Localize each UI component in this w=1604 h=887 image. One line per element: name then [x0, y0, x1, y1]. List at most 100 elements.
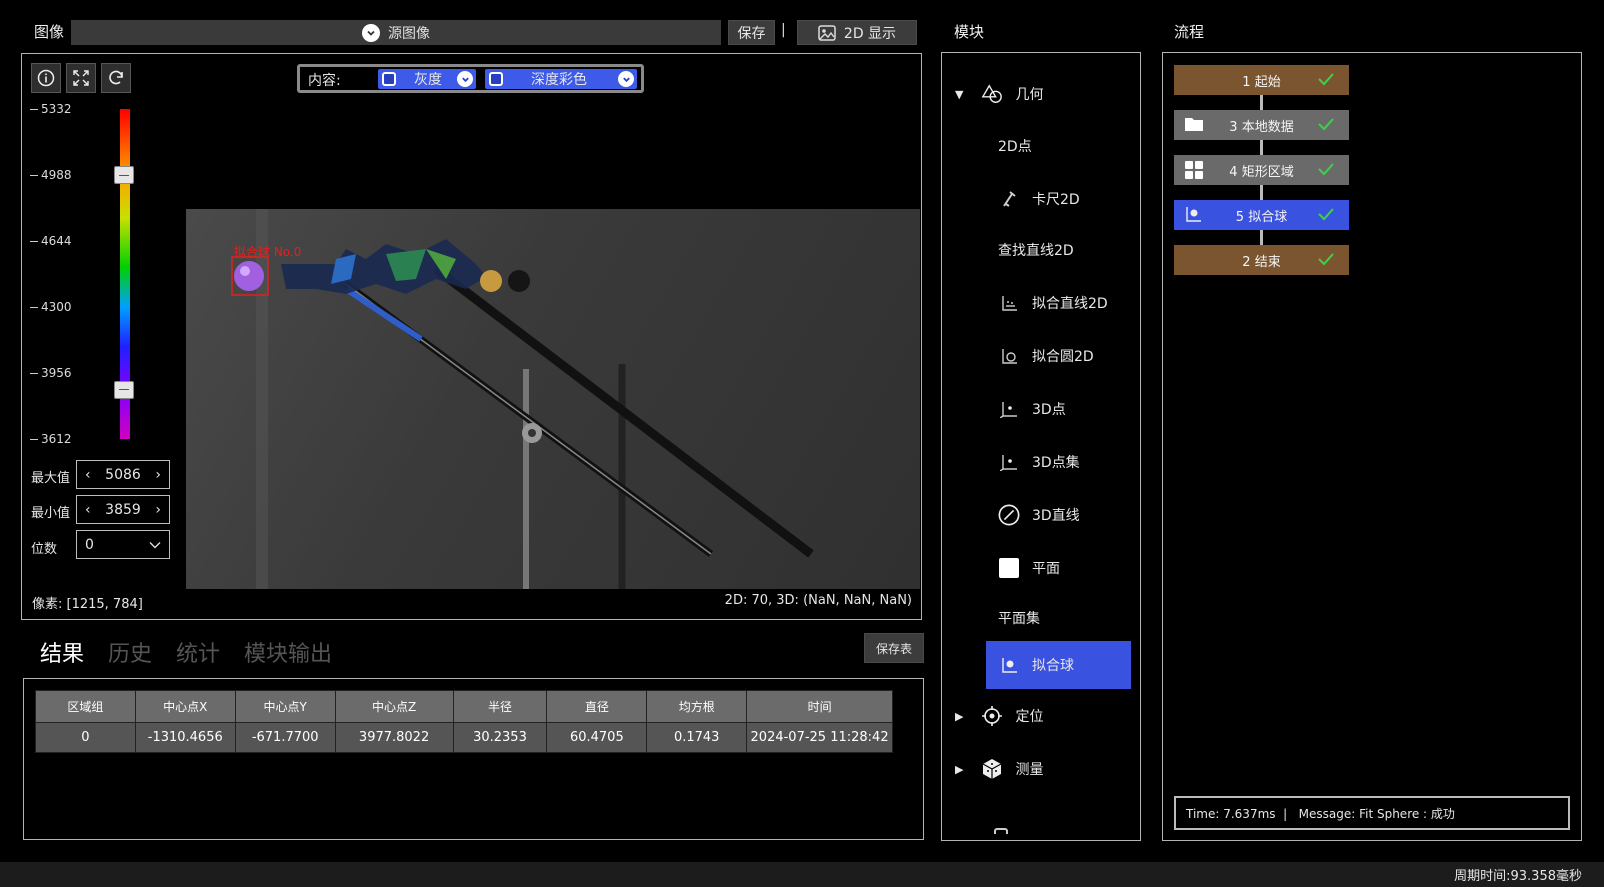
module-caliper-2d[interactable]: 卡尺2D [998, 188, 1080, 210]
colorbar-tick: 5332 [30, 102, 72, 116]
fit-sphere-overlay-label: 拟合球 No.0 [234, 245, 302, 259]
grayscale-dropdown[interactable]: 灰度 [378, 69, 476, 89]
crosshair-icon [981, 705, 1003, 727]
triangle-right-icon: ▶ [955, 762, 964, 776]
scene-illustration [231, 209, 814, 589]
depth-color-dropdown[interactable]: 深度彩色 [485, 69, 637, 89]
fit-view-button[interactable] [66, 63, 96, 93]
checkbox-icon[interactable] [382, 72, 396, 86]
image-canvas[interactable]: 拟合球 No.0 [186, 209, 920, 589]
2d-display-button[interactable]: 2D 显示 [797, 20, 917, 45]
save-table-button[interactable]: 保存表 [864, 633, 924, 663]
min-value-stepper[interactable]: ‹ 3859 › [76, 495, 170, 524]
fit-sphere-icon [998, 654, 1020, 676]
max-value: 5086 [105, 466, 141, 483]
chevron-down-icon [618, 71, 634, 87]
flow-node-end[interactable]: 2 结束 [1174, 245, 1349, 275]
column-header[interactable]: 直径 [546, 690, 648, 723]
flow-node-start[interactable]: 1 起始 [1174, 65, 1349, 95]
value-readout: 2D: 70, 3D: (NaN, NaN, NaN) [724, 593, 912, 608]
results-table: 区域组 中心点X 中心点Y 中心点Z 半径 直径 均方根 时间 0 -1310.4656 -671… [35, 690, 893, 753]
partial-icon [994, 828, 1008, 834]
check-icon [1318, 163, 1334, 176]
chevron-right-icon[interactable]: › [155, 502, 161, 518]
image-icon [818, 24, 836, 41]
grayscale-label: 灰度 [414, 72, 442, 88]
3d-line-icon [998, 504, 1020, 526]
depth-color-label: 深度彩色 [531, 72, 587, 88]
refresh-button[interactable] [101, 63, 131, 93]
digits-label: 位数 [31, 542, 58, 557]
chevron-left-icon[interactable]: ‹ [85, 467, 91, 483]
module-label: 3D点集 [1032, 455, 1080, 471]
max-slider-handle[interactable] [114, 166, 134, 184]
chevron-right-icon[interactable]: › [155, 467, 161, 483]
module-3d-point[interactable]: 3D点 [998, 398, 1066, 420]
3d-point-set-icon [998, 451, 1020, 473]
content-selector: 内容: 灰度 深度彩色 [297, 64, 644, 93]
module-plane-set[interactable]: 平面集 [998, 608, 1040, 628]
module-2d-point[interactable]: 2D点 [998, 136, 1032, 156]
chevron-down-icon [149, 541, 161, 548]
digits-value: 0 [85, 536, 94, 553]
check-icon [1318, 208, 1334, 221]
column-header[interactable]: 中心点X [134, 690, 236, 723]
tab-module-output[interactable]: 模块输出 [244, 636, 332, 668]
flow-title: 流程 [1174, 23, 1205, 41]
max-value-stepper[interactable]: ‹ 5086 › [76, 460, 170, 489]
modules-panel: ▼ 几何 2D点 卡尺2D 查找直线2D 拟合直线2D 拟合圆2D 3D点 3D… [941, 52, 1141, 841]
column-header[interactable]: 半径 [452, 690, 548, 723]
column-header[interactable]: 均方根 [646, 690, 748, 723]
colorbar-tick: 4300 [30, 300, 72, 314]
flow-node-rect-region[interactable]: 4 矩形区域 [1174, 155, 1349, 185]
max-value-label: 最大值 [31, 471, 71, 486]
module-plane[interactable]: 平面 [998, 557, 1060, 579]
info-button[interactable] [31, 63, 61, 93]
tab-statistics[interactable]: 统计 [176, 636, 220, 668]
chevron-down-icon [362, 23, 380, 42]
tab-history[interactable]: 历史 [108, 636, 152, 668]
chevron-left-icon[interactable]: ‹ [85, 502, 91, 518]
checkbox-icon[interactable] [489, 72, 503, 86]
flow-node-label: 5 拟合球 [1235, 209, 1288, 225]
table-row[interactable]: 0 -1310.4656 -671.7700 3977.8022 30.2353 60.4… [35, 722, 893, 753]
module-find-line-2d[interactable]: 查找直线2D [998, 240, 1074, 260]
check-icon [1318, 73, 1334, 86]
module-fit-sphere-selected[interactable]: 拟合球 [986, 641, 1131, 689]
source-image-label: 源图像 [388, 25, 430, 42]
min-value: 3859 [105, 501, 141, 518]
triangle-down-icon: ▼ [955, 87, 964, 101]
table-cell: 0.1743 [646, 722, 748, 753]
flow-message: Time: 7.637ms | Message: Fit Sphere : 成功 [1186, 806, 1455, 821]
flow-node-local-data[interactable]: 3 本地数据 [1174, 110, 1349, 140]
group-geometry[interactable]: ▼ 几何 [955, 83, 1043, 105]
module-fit-line-2d[interactable]: 拟合直线2D [998, 292, 1108, 314]
min-slider-handle[interactable] [114, 380, 134, 399]
save-image-button[interactable]: 保存 [728, 20, 775, 45]
info-icon [37, 69, 55, 87]
digits-select[interactable]: 0 [76, 530, 170, 559]
module-3d-line[interactable]: 3D直线 [998, 504, 1080, 526]
table-cell: -1310.4656 [134, 722, 236, 753]
flow-node-fit-sphere[interactable]: 5 拟合球 [1174, 200, 1349, 230]
folder-icon [1185, 118, 1203, 131]
result-tabs: 结果 历史 统计 模块输出 [40, 636, 356, 668]
shapes-icon [981, 83, 1003, 105]
tab-results[interactable]: 结果 [40, 636, 84, 668]
column-header[interactable]: 区域组 [35, 690, 136, 723]
column-header[interactable]: 中心点Z [334, 690, 454, 723]
fit-circle-icon [998, 345, 1020, 367]
group-measure-label: 测量 [1015, 762, 1044, 778]
expand-icon [73, 70, 89, 86]
flow-message-box: Time: 7.637ms | Message: Fit Sphere : 成功 [1174, 796, 1570, 830]
column-header[interactable]: 时间 [746, 690, 893, 723]
caliper-icon [998, 188, 1020, 210]
module-fit-circle-2d[interactable]: 拟合圆2D [998, 345, 1094, 367]
source-image-dropdown[interactable]: 源图像 [71, 20, 721, 45]
group-locate[interactable]: ▶ 定位 [955, 705, 1043, 727]
module-label: 3D直线 [1032, 508, 1080, 524]
module-3d-point-set[interactable]: 3D点集 [998, 451, 1080, 473]
group-measure[interactable]: ▶ 测量 [955, 758, 1043, 780]
column-header[interactable]: 中心点Y [234, 690, 336, 723]
refresh-icon [109, 70, 123, 85]
